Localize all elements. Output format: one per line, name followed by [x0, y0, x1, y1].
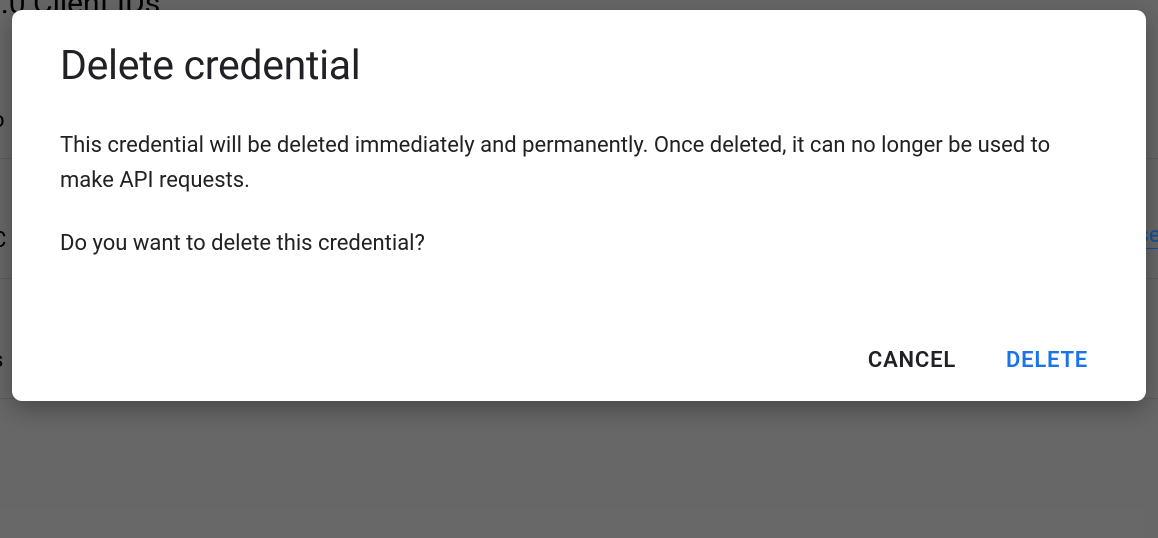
dialog-actions: CANCEL DELETE	[60, 348, 1098, 373]
delete-button[interactable]: DELETE	[1006, 348, 1088, 373]
dialog-body: This credential will be deleted immediat…	[60, 128, 1098, 262]
cancel-button[interactable]: CANCEL	[868, 348, 956, 373]
dialog-question: Do you want to delete this credential?	[60, 226, 1098, 261]
dialog-title: Delete credential	[60, 42, 1098, 90]
dialog-description: This credential will be deleted immediat…	[60, 128, 1098, 198]
delete-credential-dialog: Delete credential This credential will b…	[12, 10, 1146, 401]
